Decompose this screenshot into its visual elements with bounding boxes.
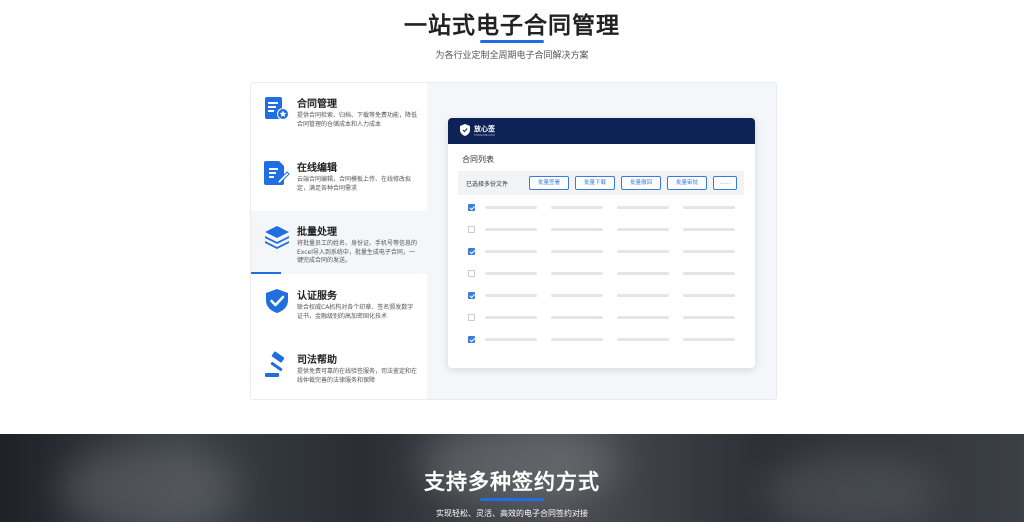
placeholder-cell [485,338,537,341]
feature-item-online-edit[interactable]: 在线编辑 云端合同编辑，合同模板上传、在线修改拟定，满足各种合同需求 [251,147,427,210]
batch-download-button[interactable]: 批量下载 [575,176,615,190]
batch-toolbar: 已选择多份文件 批量签署 批量下载 批量撤回 批量审批 …… [458,171,744,195]
feature-name: 司法帮助 [297,355,337,366]
shield-check-icon [266,289,288,313]
more-button[interactable]: …… [713,176,737,190]
signing-methods-section: 支持多种签约方式 实现轻松、灵活、高效的电子合同签约对接 [0,434,1024,522]
section-title: 支持多种签约方式 [424,470,600,494]
section-subtitle: 为各行业定制全周期电子合同解决方案 [435,51,589,61]
row-checkbox[interactable] [468,336,475,343]
row-checkbox[interactable] [468,204,475,211]
placeholder-cell [617,228,669,231]
title-underline [480,498,544,501]
placeholder-cell [683,316,735,319]
section-subtitle: 实现轻松、灵活、高效的电子合同签约对接 [436,509,588,518]
placeholder-cell [683,228,735,231]
title-underline [480,40,544,43]
table-row[interactable] [448,290,755,302]
contract-management-section: 一站式电子合同管理 为各行业定制全周期电子合同解决方案 合同管理 提供合同检索、… [0,0,1024,434]
placeholder-cell [485,228,537,231]
mockup-header: 放心签 FANGXINQIAN [448,118,755,144]
placeholder-cell [617,338,669,341]
feature-item-contract-management[interactable]: 合同管理 提供合同检索、归档、下载等免费功能，降低合同管理的仓储成本和人力成本 [251,83,427,146]
batch-withdraw-button[interactable]: 批量撤回 [621,176,661,190]
feature-desc: 将批量员工的姓名、身份证、手机号等信息的Excel导入到系统中，批量生成电子合同… [297,240,418,264]
feature-item-batch-processing[interactable]: 批量处理 将批量员工的姓名、身份证、手机号等信息的Excel导入到系统中，批量生… [251,211,427,274]
feature-desc: 联合权威CA机构对各个印章、签名颁发数字证书，金融级别的高加密固化技术 [297,304,414,320]
placeholder-cell [485,294,537,297]
layers-icon [265,226,289,249]
batch-sign-button[interactable]: 批量签署 [529,176,569,190]
placeholder-cell [485,250,537,253]
logo-shield-icon [460,124,470,136]
placeholder-cell [485,206,537,209]
table-row[interactable] [448,334,755,346]
placeholder-cell [551,338,603,341]
feature-name: 认证服务 [297,291,337,302]
active-indicator [251,272,281,274]
section-title: 一站式电子合同管理 [404,13,620,39]
placeholder-cell [683,206,735,209]
feature-name: 合同管理 [297,99,337,110]
feature-name: 批量处理 [297,227,337,238]
batch-approve-button[interactable]: 批量审批 [667,176,707,190]
placeholder-cell [617,316,669,319]
placeholder-cell [485,272,537,275]
row-checkbox[interactable] [468,292,475,299]
placeholder-cell [551,206,603,209]
placeholder-cell [683,338,735,341]
feature-list: 合同管理 提供合同检索、归档、下载等免费功能，降低合同管理的仓储成本和人力成本 … [251,83,427,399]
placeholder-cell [617,206,669,209]
placeholder-cell [551,250,603,253]
placeholder-cell [683,294,735,297]
row-checkbox[interactable] [468,226,475,233]
contract-list-title: 合同列表 [462,155,494,164]
feature-desc: 提供合同检索、归档、下载等免费功能，降低合同管理的仓储成本和人力成本 [297,112,418,128]
placeholder-cell [683,272,735,275]
feature-desc: 云端合同编辑，合同模板上传、在线修改拟定，满足各种合同需求 [297,176,412,192]
placeholder-cell [485,316,537,319]
feature-desc: 提供免费可靠的在线验签服务，司法鉴定和在线仲裁完善的法律服务和保障 [297,368,418,384]
contract-list-mockup: 放心签 FANGXINQIAN 合同列表 已选择多份文件 批量签署 批量下载 批量撤… [448,118,755,368]
contract-document-icon [265,97,289,120]
feature-name: 在线编辑 [297,163,337,174]
feature-card: 合同管理 提供合同检索、归档、下载等免费功能，降低合同管理的仓储成本和人力成本 … [250,82,777,400]
table-row[interactable] [448,246,755,258]
table-row[interactable] [448,202,755,214]
placeholder-cell [683,250,735,253]
table-row[interactable] [448,268,755,280]
placeholder-cell [617,294,669,297]
feature-item-judicial-help[interactable]: 司法帮助 提供免费可靠的在线验签服务，司法鉴定和在线仲裁完善的法律服务和保障 [251,339,427,399]
feature-preview: 放心签 FANGXINQIAN 合同列表 已选择多份文件 批量签署 批量下载 批量撤… [427,83,776,399]
feature-item-certification[interactable]: 认证服务 联合权威CA机构对各个印章、签名颁发数字证书，金融级别的高加密固化技术 [251,275,427,338]
row-checkbox[interactable] [468,314,475,321]
table-row[interactable] [448,224,755,236]
placeholder-cell [617,250,669,253]
placeholder-cell [617,272,669,275]
logo-subtext: FANGXINQIAN [474,133,495,137]
placeholder-cell [551,316,603,319]
placeholder-cell [551,272,603,275]
selected-files-text: 已选择多份文件 [466,181,509,188]
placeholder-cell [551,294,603,297]
gavel-icon [265,351,285,377]
row-checkbox[interactable] [468,248,475,255]
row-checkbox[interactable] [468,270,475,277]
edit-document-icon [264,161,290,185]
placeholder-cell [551,228,603,231]
table-row[interactable] [448,312,755,324]
